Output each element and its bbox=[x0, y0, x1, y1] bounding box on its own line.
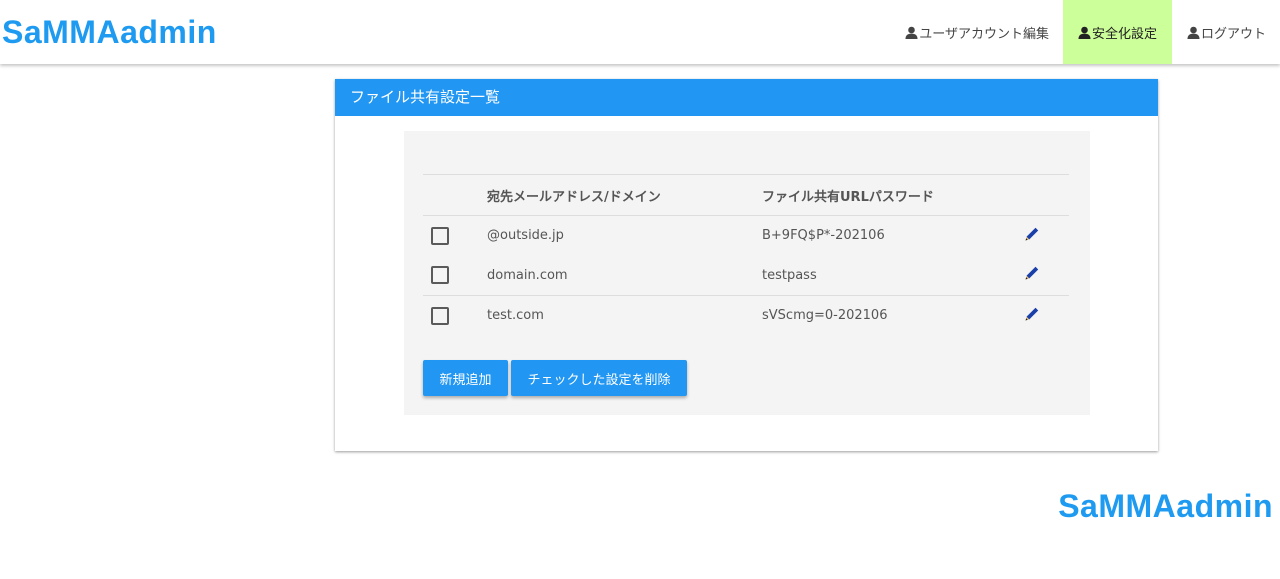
password-cell: testpass bbox=[762, 267, 817, 283]
footer-brand-logo: SaMMAadmin bbox=[1058, 488, 1273, 524]
panel-content-area: 宛先メールアドレス/ドメイン ファイル共有URLパスワード @outside.j… bbox=[404, 131, 1090, 415]
nav-item-logout[interactable]: ログアウト bbox=[1172, 0, 1280, 64]
column-header-select bbox=[423, 174, 487, 216]
nav-item-account-edit[interactable]: ユーザアカウント編集 bbox=[890, 0, 1063, 64]
panel-title: ファイル共有設定一覧 bbox=[335, 79, 1158, 116]
edit-cell bbox=[1024, 295, 1069, 336]
pencil-icon[interactable] bbox=[1024, 265, 1040, 285]
nav-item-label: ユーザアカウント編集 bbox=[919, 26, 1049, 42]
table-row: test.com sVScmg=0-202106 bbox=[423, 295, 1069, 336]
select-cell bbox=[423, 216, 487, 256]
nav-item-label: ログアウト bbox=[1200, 26, 1266, 42]
nav-menu: ユーザアカウント編集 安全化設定 ログアウト bbox=[890, 0, 1280, 64]
pencil-icon[interactable] bbox=[1024, 306, 1040, 326]
edit-cell bbox=[1024, 216, 1069, 256]
table-header-row: 宛先メールアドレス/ドメイン ファイル共有URLパスワード bbox=[423, 174, 1069, 216]
row-checkbox[interactable] bbox=[431, 266, 449, 285]
nav-item-label: 安全化設定 bbox=[1091, 26, 1157, 42]
file-share-settings-panel: ファイル共有設定一覧 宛先メールアドレス/ドメイン ファイル共有URLパスワード… bbox=[335, 79, 1158, 451]
top-navbar: SaMMAadmin ユーザアカウント編集 安全化設定 ログアウト bbox=[0, 0, 1280, 64]
domain-cell: domain.com bbox=[487, 267, 568, 283]
column-header-edit bbox=[1024, 174, 1069, 216]
select-cell bbox=[423, 256, 487, 296]
select-cell bbox=[423, 295, 487, 336]
pencil-icon[interactable] bbox=[1024, 226, 1040, 246]
user-icon bbox=[1187, 26, 1200, 39]
settings-table: 宛先メールアドレス/ドメイン ファイル共有URLパスワード @outside.j… bbox=[423, 174, 1069, 336]
add-new-button[interactable]: 新規追加 bbox=[423, 360, 508, 396]
edit-cell bbox=[1024, 256, 1069, 296]
column-header-password: ファイル共有URLパスワード bbox=[762, 174, 1024, 216]
password-cell: B+9FQ$P*-202106 bbox=[762, 228, 885, 244]
domain-cell: @outside.jp bbox=[487, 228, 564, 244]
column-header-domain: 宛先メールアドレス/ドメイン bbox=[487, 174, 762, 216]
brand-logo[interactable]: SaMMAadmin bbox=[2, 12, 217, 52]
table-row: @outside.jp B+9FQ$P*-202106 bbox=[423, 216, 1069, 256]
delete-checked-button[interactable]: チェックした設定を削除 bbox=[511, 360, 687, 396]
row-checkbox[interactable] bbox=[431, 306, 449, 325]
domain-cell: test.com bbox=[487, 295, 762, 336]
row-checkbox[interactable] bbox=[431, 226, 449, 245]
nav-item-security-settings[interactable]: 安全化設定 bbox=[1062, 0, 1172, 64]
password-cell: sVScmg=0-202106 bbox=[762, 295, 1024, 336]
table-row: domain.com testpass bbox=[423, 256, 1069, 296]
user-icon bbox=[1078, 26, 1091, 39]
user-icon bbox=[905, 26, 918, 39]
